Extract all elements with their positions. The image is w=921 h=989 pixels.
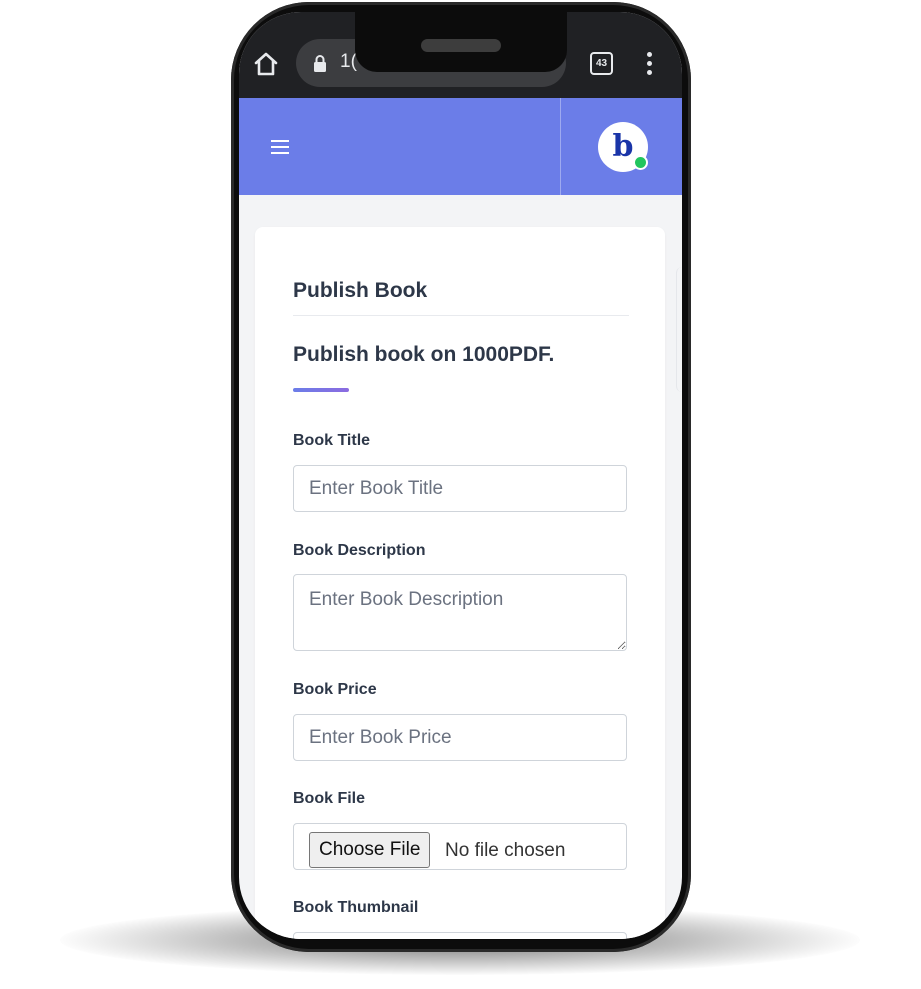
book-description-input[interactable] [293,574,627,651]
camera-notch [355,12,567,72]
book-thumbnail-label: Book Thumbnail [293,899,419,916]
publish-card: Publish Book Publish book on 1000PDF. Bo… [255,227,665,939]
form-heading: Publish book on 1000PDF. [293,343,555,366]
book-price-input[interactable] [293,714,627,761]
url-text: 1( [340,51,357,72]
avatar[interactable]: b [598,122,648,172]
book-file-label: Book File [293,790,366,807]
more-vert-icon[interactable] [646,52,652,76]
online-status-dot [633,155,648,170]
tabs-icon[interactable]: 43 [590,52,613,75]
header-divider [560,98,561,195]
book-title-label: Book Title [293,432,371,449]
page-title: Publish Book [293,279,428,302]
file-status-text: No file chosen [445,840,566,861]
home-icon[interactable] [252,50,280,78]
phone-screen: 1( 43 b Publish Book Publish book on 100… [239,12,682,939]
speaker-grille [421,39,501,52]
app-header: b [239,98,682,195]
book-thumbnail-input[interactable] [293,932,627,939]
heading-accent-line [293,388,349,392]
book-file-input[interactable]: Choose File No file chosen [293,823,627,870]
menu-icon[interactable] [271,140,289,154]
book-title-input[interactable] [293,465,627,512]
choose-file-button[interactable]: Choose File [309,832,431,868]
title-divider [293,315,629,316]
lock-icon [314,55,326,72]
browser-toolbar: 1( 43 [239,12,682,98]
book-description-label: Book Description [293,542,426,559]
side-panel-edge [676,267,682,392]
book-price-label: Book Price [293,681,377,698]
